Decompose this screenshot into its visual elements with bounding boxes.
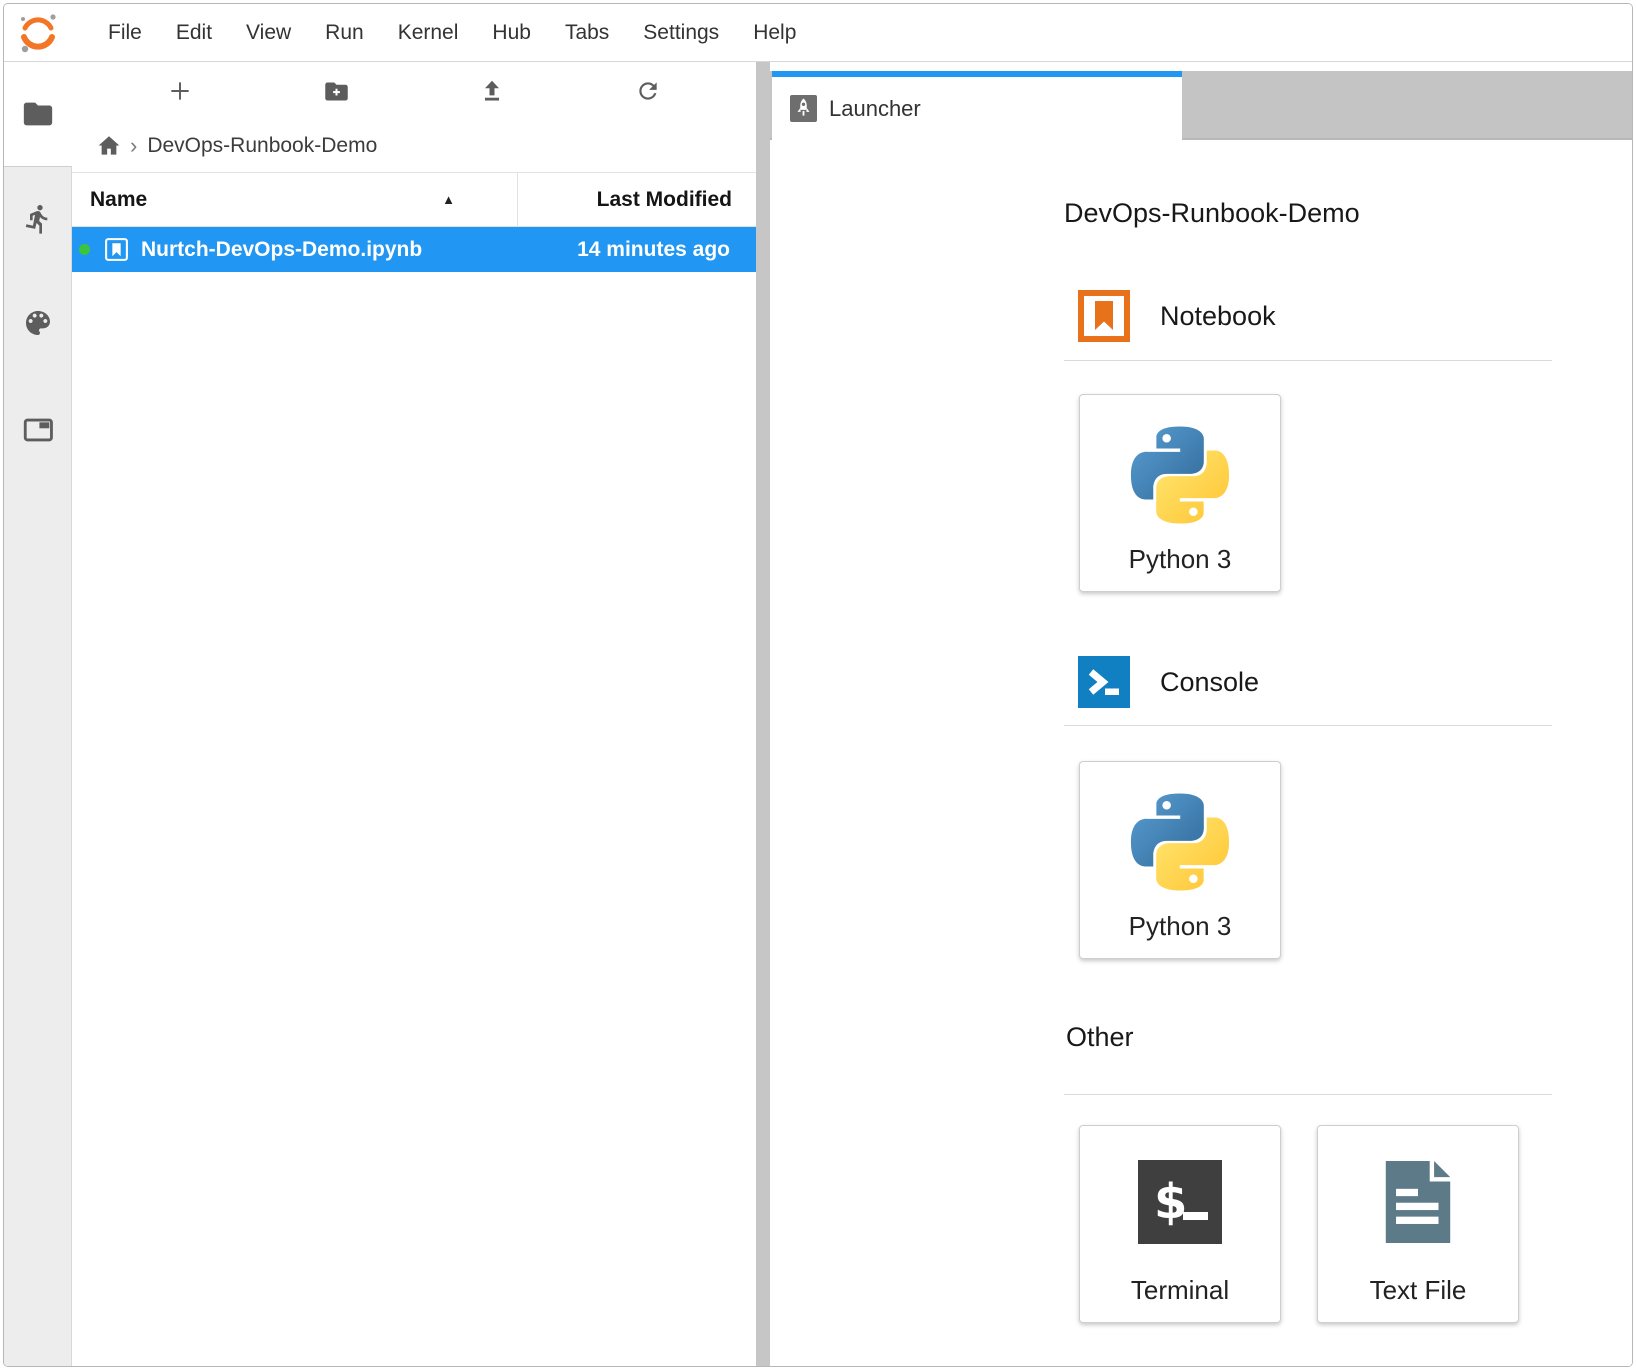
menu-help[interactable]: Help [736,4,813,62]
new-folder-button[interactable] [312,69,360,113]
tab-launcher-label: Launcher [829,96,921,122]
dock-tab-bar: Launcher [770,62,1632,140]
file-last-modified: 14 minutes ago [422,238,756,262]
new-launcher-button[interactable] [156,69,204,113]
open-tabs-icon [21,413,55,447]
kernel-running-indicator [79,244,90,255]
section-divider [1064,1094,1552,1095]
file-browser-toolbar [72,62,756,120]
new-folder-icon [323,78,350,105]
notebook-file-icon [103,236,130,263]
python-icon [1130,425,1230,525]
menu-run[interactable]: Run [308,4,381,62]
section-header-console: Console [1078,656,1259,708]
name-column-label: Name [90,188,147,212]
last-modified-column-label: Last Modified [597,188,732,212]
breadcrumb-separator: › [130,133,137,159]
breadcrumb-current-folder[interactable]: DevOps-Runbook-Demo [147,134,377,158]
menu-bar: File Edit View Run Kernel Hub Tabs Setti… [4,4,1632,62]
launcher-rocket-icon [790,95,817,122]
launcher-body: DevOps-Runbook-Demo Notebook Python 3 [770,142,1632,1366]
panel-splitter-handle[interactable] [756,62,770,1366]
column-header-name[interactable]: Name ▲ [72,173,517,226]
launcher-card-text-file[interactable]: Text File [1317,1125,1519,1323]
python-icon [1130,792,1230,892]
plus-icon [167,78,193,104]
section-header-notebook: Notebook [1078,290,1276,342]
menu-items: File Edit View Run Kernel Hub Tabs Setti… [91,4,813,62]
launcher-card-notebook-python3[interactable]: Python 3 [1079,394,1281,592]
console-icon [1078,656,1130,708]
home-icon[interactable] [96,133,122,159]
menu-edit[interactable]: Edit [159,4,229,62]
upload-icon [479,78,505,104]
menu-settings[interactable]: Settings [626,4,736,62]
column-header-last-modified[interactable]: Last Modified [517,173,756,226]
svg-text:$: $ [1154,1174,1187,1230]
notebook-icon [1078,290,1130,342]
card-label: Terminal [1131,1275,1229,1306]
menu-tabs[interactable]: Tabs [548,4,626,62]
menu-view[interactable]: View [229,4,308,62]
folder-icon [21,97,55,131]
section-divider [1064,360,1552,361]
upload-button[interactable] [468,69,516,113]
section-header-other: Other [1066,1022,1134,1053]
section-label: Notebook [1160,301,1276,332]
text-file-icon [1377,1158,1459,1246]
menu-file[interactable]: File [91,4,159,62]
card-label: Python 3 [1129,911,1232,942]
running-sessions-icon [22,203,54,235]
sort-ascending-icon: ▲ [442,192,455,207]
launcher-card-terminal[interactable]: $ Terminal [1079,1125,1281,1323]
refresh-button[interactable] [624,69,672,113]
refresh-icon [635,78,661,104]
breadcrumb: › DevOps-Runbook-Demo [72,120,756,172]
menu-hub[interactable]: Hub [475,4,548,62]
launcher-card-console-python3[interactable]: Python 3 [1079,761,1281,959]
file-row-selected[interactable]: Nurtch-DevOps-Demo.ipynb 14 minutes ago [72,227,756,272]
app-window: File Edit View Run Kernel Hub Tabs Setti… [3,3,1633,1367]
file-list-header: Name ▲ Last Modified [72,172,756,227]
card-label: Text File [1370,1275,1467,1306]
sidebar-tab-running[interactable] [22,203,54,235]
card-label: Python 3 [1129,544,1232,575]
section-divider [1064,725,1552,726]
sidebar-tab-commands[interactable] [22,307,54,339]
menu-kernel[interactable]: Kernel [381,4,476,62]
activity-bar [4,62,72,1366]
jupyterhub-logo-icon [15,10,61,56]
terminal-icon: $ [1138,1160,1222,1244]
file-browser-panel: › DevOps-Runbook-Demo Name ▲ Last Modifi… [72,62,756,1366]
launcher-panel: Launcher DevOps-Runbook-Demo Notebook [770,62,1632,1366]
sidebar-tab-open-tabs[interactable] [21,413,55,447]
activity-bar-lower [4,166,72,1366]
palette-icon [22,307,54,339]
launcher-cwd-title: DevOps-Runbook-Demo [1064,198,1360,229]
sidebar-tab-files[interactable] [4,62,72,166]
file-name: Nurtch-DevOps-Demo.ipynb [141,238,422,262]
section-label: Console [1160,667,1259,698]
tab-launcher[interactable]: Launcher [772,71,1182,140]
